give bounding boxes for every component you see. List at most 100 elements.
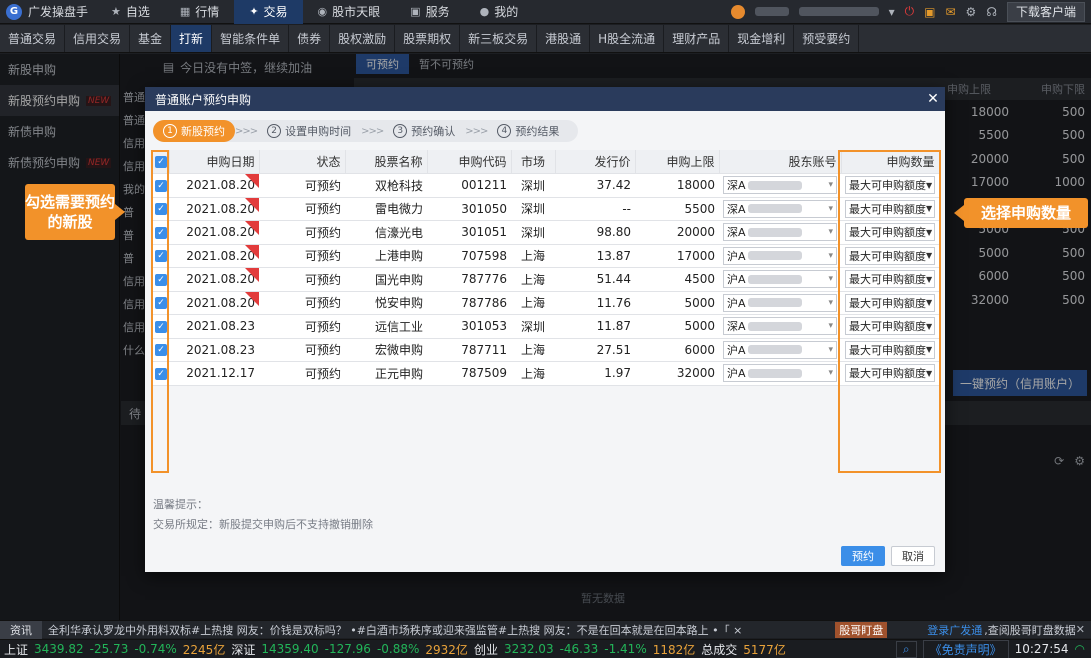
sub-tab[interactable]: 现金增利	[729, 25, 795, 52]
date-cell: 2021.08.20	[169, 267, 259, 292]
top-nav-label: 服务	[425, 5, 450, 19]
sub-tab[interactable]: 股权激励	[330, 25, 396, 52]
account-prefix: 沪A	[727, 296, 746, 310]
account-cell: 沪A ▾	[719, 267, 841, 292]
tips-area: 温馨提示： 交易所规定：新股提交申购后不支持撤销删除	[153, 495, 373, 535]
date-cell: 2021.08.20	[169, 173, 259, 198]
shareholder-account-select[interactable]: 沪A ▾	[723, 246, 837, 265]
shareholder-account-select[interactable]: 深A ▾	[723, 199, 837, 218]
limit-cell: 17000	[635, 244, 719, 268]
table-header-row: ✓ 申购日期 状态 股票名称 申购代码 市场 发行价 申购上限 股东账号 申购数量	[151, 150, 940, 174]
sub-tab[interactable]: 股票期权	[395, 25, 461, 52]
stock-code-cell: 301050	[427, 197, 511, 221]
account-number-blurred	[747, 204, 802, 214]
sz-percent: -0.88%	[376, 642, 420, 656]
chevron-down-icon[interactable]: ▾	[889, 5, 895, 19]
mail-icon[interactable]: ✉	[945, 5, 955, 19]
top-nav-item[interactable]: ◉ 股市天眼	[303, 0, 396, 24]
sub-tab[interactable]: 理财产品	[664, 25, 730, 52]
logo-icon: G	[6, 3, 22, 20]
status-cell: 可预约	[259, 291, 345, 315]
sub-tab[interactable]: 港股通	[537, 25, 591, 52]
step-item: 1 新股预约	[153, 120, 235, 142]
shareholder-account-select[interactable]: 沪A ▾	[723, 364, 837, 383]
column-header: 股东账号	[719, 150, 842, 174]
issue-price-cell: 1.97	[555, 361, 635, 386]
sub-tab[interactable]: 新三板交易	[460, 25, 538, 52]
step-number: 3	[393, 124, 408, 138]
limit-cell: 32000	[635, 361, 719, 386]
account-prefix: 沪A	[727, 367, 746, 381]
shareholder-account-select[interactable]: 深A ▾	[723, 317, 837, 336]
checkbox-column-highlight	[151, 150, 169, 473]
new-tag-corner	[245, 197, 259, 212]
sh-label: 上证	[4, 642, 29, 657]
market-cell: 上海	[511, 267, 555, 292]
dialog-title: 普通账户预约申购	[155, 92, 252, 107]
limit-cell: 5000	[635, 291, 719, 315]
status-cell: 可预约	[259, 197, 345, 221]
app-logo[interactable]: G 广发操盘手	[0, 0, 96, 24]
status-cell: 可预约	[259, 267, 345, 292]
cancel-button[interactable]: 取消	[891, 546, 935, 566]
download-client-button[interactable]: 下载客户端	[1006, 1, 1085, 22]
power-icon[interactable]: ⏻	[905, 4, 915, 19]
headset-icon[interactable]: ☊	[986, 5, 997, 19]
new-tag-corner	[245, 221, 259, 235]
table-row: ✓ 2021.08.23 可预约 远信工业 301053 深圳 11.87 5000 深A ▾ 最大…	[151, 314, 939, 339]
sub-tab[interactable]: 智能条件单	[212, 25, 290, 52]
top-nav-item[interactable]: ▦ 行情	[165, 0, 234, 24]
total-amount: 5177亿	[743, 642, 786, 657]
account-cell: 深A ▾	[719, 220, 841, 245]
app-title: 广发操盘手	[28, 5, 89, 19]
sub-tab[interactable]: 基金	[130, 25, 172, 52]
lock-icon[interactable]: ▣	[924, 5, 935, 19]
account-cell: 沪A ▾	[719, 291, 841, 315]
login-link[interactable]: 登录广发通	[927, 622, 982, 638]
reserve-button[interactable]: 预约	[841, 546, 885, 566]
close-icon[interactable]: ✕	[921, 91, 945, 107]
top-nav-item[interactable]: ● 我的	[465, 0, 534, 24]
disclaimer-link[interactable]: 《免责声明》	[922, 639, 1009, 658]
hot-badge[interactable]: 股哥盯盘	[835, 621, 888, 638]
sub-tab[interactable]: H股全流通	[590, 25, 665, 52]
shareholder-account-select[interactable]: 沪A ▾	[723, 340, 837, 359]
sub-tab[interactable]: 预受要约	[794, 25, 860, 52]
account-cell: 深A ▾	[719, 197, 841, 221]
cy-label: 创业	[473, 642, 498, 657]
account-number-blurred	[747, 321, 802, 331]
shareholder-account-select[interactable]: 深A ▾	[723, 176, 837, 195]
sub-tab[interactable]: 债券	[289, 25, 331, 52]
tips-title: 温馨提示：	[153, 498, 208, 511]
sub-tab[interactable]: 打新	[171, 25, 213, 52]
gear-icon[interactable]: ⚙	[966, 5, 977, 19]
market-cell: 上海	[511, 244, 555, 268]
shareholder-account-select[interactable]: 沪A ▾	[723, 293, 837, 312]
table-row: ✓ 2021.08.23 可预约 宏微申购 787711 上海 27.51 6000 沪A ▾ 最大…	[151, 338, 939, 362]
shareholder-account-select[interactable]: 沪A ▾	[723, 270, 837, 289]
account-number-blurred	[747, 274, 802, 284]
top-nav-item[interactable]: ★ 自选	[96, 0, 165, 24]
top-nav-item[interactable]: ▣ 服务	[395, 0, 464, 24]
close-icon[interactable]: ✕	[1076, 623, 1085, 636]
top-nav-item[interactable]: ✦ 交易	[234, 0, 303, 24]
shareholder-account-select[interactable]: 深A ▾	[723, 223, 837, 242]
new-tag-corner	[245, 291, 259, 306]
news-label[interactable]: 资讯	[0, 620, 42, 639]
market-cell: 深圳	[511, 314, 555, 339]
date-cell: 2021.12.17	[169, 361, 259, 386]
step-item: 2 设置申购时间	[257, 120, 361, 142]
issue-price-cell: 11.87	[555, 314, 635, 339]
news-text[interactable]: 全利华承认罗龙中外用料双标#上热搜 网友：价钱是双标吗？ •#白酒市场秩序或迎来…	[42, 622, 829, 638]
account-cell: 沪A ▾	[719, 361, 841, 386]
search-icon[interactable]: ⌕	[895, 640, 917, 658]
limit-cell: 5500	[635, 197, 719, 221]
sub-tab[interactable]: 普通交易	[0, 25, 66, 52]
sz-label: 深证	[231, 642, 256, 657]
subscription-date: 2021.12.17	[186, 366, 255, 381]
account-cell: 深A ▾	[719, 173, 841, 198]
reserve-subscribe-dialog: 普通账户预约申购 ✕ 1 新股预约 >>> 2 设置申购时间 >>> 3 预约确认 >>> 4 预约…	[145, 87, 945, 572]
avatar[interactable]	[730, 4, 745, 19]
account-prefix: 深A	[727, 320, 746, 334]
sub-tab[interactable]: 信用交易	[65, 25, 131, 52]
